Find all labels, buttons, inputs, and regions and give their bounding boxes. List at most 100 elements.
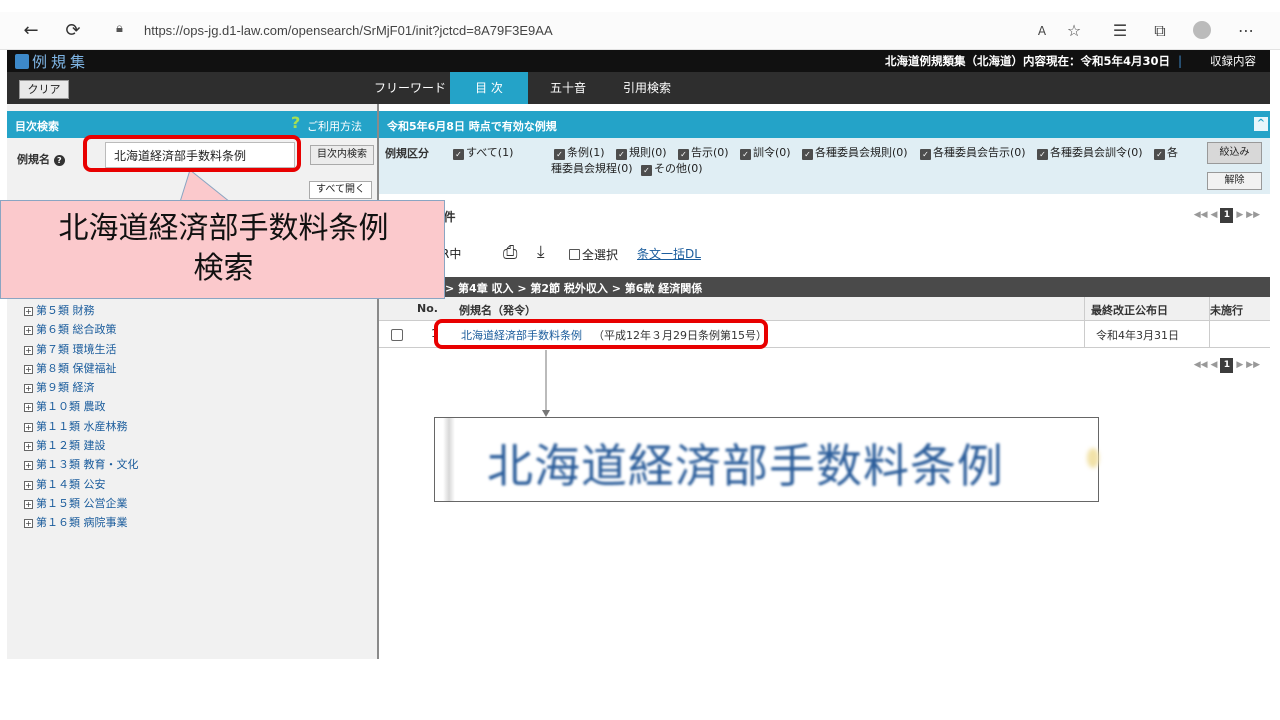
favorite-star-icon[interactable]: ☆ bbox=[1062, 18, 1086, 44]
row-checkbox[interactable] bbox=[391, 329, 403, 341]
filter-option-committee-notice[interactable]: ✓ 各種委員会告示(0) bbox=[920, 144, 1026, 160]
tree-item[interactable]: + 第１６類 病院事業 bbox=[24, 514, 139, 533]
breadcrumb-bar: > 第4章 収入 > 第2節 税外収入 > 第6款 経済関係 bbox=[379, 277, 1270, 297]
checkbox-checked-icon[interactable]: ✓ bbox=[1037, 149, 1048, 160]
checkbox-checked-icon[interactable]: ✓ bbox=[740, 149, 751, 160]
expand-plus-icon[interactable]: + bbox=[24, 345, 33, 355]
first-page-icon[interactable]: ◀◀ bbox=[1194, 210, 1208, 220]
expand-plus-icon[interactable]: + bbox=[24, 422, 33, 432]
read-aloud-icon[interactable]: A bbox=[1030, 18, 1054, 44]
collapse-caret-icon[interactable]: ^ bbox=[1254, 117, 1268, 131]
checkbox-checked-icon[interactable]: ✓ bbox=[641, 165, 652, 176]
column-date[interactable]: 最終改正公布日 bbox=[1091, 302, 1168, 318]
tab-toc[interactable]: 目 次 bbox=[450, 72, 528, 104]
checkbox-checked-icon[interactable]: ✓ bbox=[453, 149, 464, 160]
checkbox-checked-icon[interactable]: ✓ bbox=[802, 149, 813, 160]
current-page[interactable]: 1 bbox=[1220, 358, 1234, 373]
toc-search-button[interactable]: 目次内検索 bbox=[310, 145, 374, 165]
help-question-icon[interactable]: ? bbox=[291, 113, 300, 132]
tree-item[interactable]: + 第５類 財務 bbox=[24, 302, 139, 321]
expand-plus-icon[interactable]: + bbox=[24, 307, 33, 316]
tree-item[interactable]: + 第９類 経済 bbox=[24, 379, 139, 398]
checkbox-checked-icon[interactable]: ✓ bbox=[554, 149, 565, 160]
tree-item[interactable]: + 第１１類 水産林務 bbox=[24, 418, 139, 437]
expand-plus-icon[interactable]: + bbox=[24, 326, 33, 336]
breadcrumb[interactable]: > 第4章 収入 > 第2節 税外収入 > 第6款 経済関係 bbox=[445, 280, 702, 296]
filter-option-directive[interactable]: ✓ 訓令(0) bbox=[740, 144, 791, 160]
contents-link[interactable]: 収録内容 bbox=[1210, 53, 1256, 69]
column-name[interactable]: 例規名（発令） bbox=[459, 302, 536, 318]
tree-item-label: 第１１類 水産林務 bbox=[36, 419, 128, 433]
tree-item[interactable]: + 第１４類 公安 bbox=[24, 476, 139, 495]
tree-item[interactable]: + 第８類 保健福祉 bbox=[24, 360, 139, 379]
tree-item[interactable]: + 第６類 総合政策 bbox=[24, 321, 139, 340]
last-page-icon[interactable]: ▶▶ bbox=[1246, 360, 1260, 370]
download-icon[interactable]: ⤓ bbox=[537, 242, 545, 262]
tree-item[interactable]: + 第７類 環境生活 bbox=[24, 341, 139, 360]
narrow-button[interactable]: 絞込み bbox=[1207, 142, 1262, 164]
clear-button[interactable]: クリア bbox=[19, 80, 69, 99]
tab-free-word[interactable]: フリーワード bbox=[371, 72, 449, 104]
filter-option-committee-rule[interactable]: ✓ 各種委員会規則(0) bbox=[802, 144, 908, 160]
last-page-icon[interactable]: ▶▶ bbox=[1246, 210, 1260, 220]
more-menu-icon[interactable]: ⋯ bbox=[1234, 18, 1258, 44]
address-bar[interactable]: 🔒︎ https://ops-jg.d1-law.com/opensearch/… bbox=[102, 17, 1102, 45]
checkbox-checked-icon[interactable]: ✓ bbox=[678, 149, 689, 160]
profile-avatar-icon[interactable] bbox=[1190, 18, 1214, 44]
tree-item[interactable]: + 第１５類 公営企業 bbox=[24, 495, 139, 514]
filter-option-label: 各 bbox=[1167, 146, 1178, 159]
toc-search-header: 目次検索 ? ご利用方法 bbox=[7, 111, 377, 138]
checkbox-empty-icon[interactable] bbox=[569, 249, 580, 260]
expand-plus-icon[interactable]: + bbox=[24, 403, 33, 413]
filter-option-rule[interactable]: ✓ 規則(0) bbox=[616, 144, 667, 160]
checkbox-checked-icon[interactable]: ✓ bbox=[1154, 149, 1165, 160]
expand-plus-icon[interactable]: + bbox=[24, 461, 33, 471]
filter-option-all[interactable]: ✓ すべて(1) bbox=[453, 144, 513, 160]
prev-page-icon[interactable]: ◀ bbox=[1210, 360, 1217, 370]
bulk-download-link[interactable]: 条文一括DL bbox=[637, 245, 701, 262]
filter-option-committee-directive[interactable]: ✓ 各種委員会訓令(0) bbox=[1037, 144, 1143, 160]
help-link[interactable]: ご利用方法 bbox=[307, 118, 362, 134]
tree-item-label: 第１５類 公営企業 bbox=[36, 496, 128, 510]
tree-item-label: 第８類 保健福祉 bbox=[36, 361, 117, 375]
prev-page-icon[interactable]: ◀ bbox=[1210, 210, 1217, 220]
current-page[interactable]: 1 bbox=[1220, 208, 1234, 223]
release-button[interactable]: 解除 bbox=[1207, 172, 1262, 190]
expand-plus-icon[interactable]: + bbox=[24, 480, 33, 490]
checkbox-checked-icon[interactable]: ✓ bbox=[616, 149, 627, 160]
tree-item[interactable]: + 第１３類 教育・文化 bbox=[24, 456, 139, 475]
tree-item[interactable]: + 第１０類 農政 bbox=[24, 398, 139, 417]
next-page-icon[interactable]: ▶ bbox=[1236, 360, 1243, 370]
tree-item-label: 第５類 財務 bbox=[36, 304, 95, 317]
expand-plus-icon[interactable]: + bbox=[24, 519, 33, 529]
print-icon[interactable]: ⎙ bbox=[503, 242, 517, 263]
filter-option-ordinance[interactable]: ✓ 条例(1) bbox=[554, 144, 605, 160]
back-arrow-icon[interactable]: ← bbox=[18, 18, 44, 44]
expand-plus-icon[interactable]: + bbox=[24, 364, 33, 374]
expand-plus-icon[interactable]: + bbox=[24, 442, 33, 452]
app-logo[interactable]: 例規集 bbox=[15, 51, 89, 72]
favorites-list-icon[interactable]: ☰ bbox=[1108, 18, 1132, 44]
collections-icon[interactable]: ⧉ bbox=[1148, 18, 1172, 44]
filter-option-other[interactable]: ✓ その他(0) bbox=[641, 160, 703, 176]
result-highlight bbox=[434, 319, 768, 349]
first-page-icon[interactable]: ◀◀ bbox=[1194, 360, 1208, 370]
filter-option-committee-regulation[interactable]: ✓ 各 bbox=[1154, 144, 1178, 160]
expand-all-button[interactable]: すべて開く bbox=[309, 181, 372, 199]
tree-item-label: 第１０類 農政 bbox=[36, 400, 106, 414]
info-icon[interactable]: ? bbox=[53, 155, 65, 166]
tab-citation-search[interactable]: 引用検索 bbox=[608, 72, 686, 104]
search-book-icon bbox=[15, 54, 29, 69]
toc-search-title: 目次検索 bbox=[15, 120, 59, 133]
expand-plus-icon[interactable]: + bbox=[24, 384, 33, 394]
tab-syllabary[interactable]: 五十音 bbox=[529, 72, 607, 104]
filter-option-notice[interactable]: ✓ 告示(0) bbox=[678, 144, 729, 160]
reload-icon[interactable]: ⟳ bbox=[60, 18, 86, 44]
pager-bottom: ◀◀ ◀ 1 ▶ ▶▶ bbox=[1194, 358, 1260, 373]
checkbox-checked-icon[interactable]: ✓ bbox=[920, 149, 931, 160]
expand-plus-icon[interactable]: + bbox=[24, 499, 33, 509]
tree-item[interactable]: + 第１２類 建設 bbox=[24, 437, 139, 456]
select-all-checkbox[interactable]: 全選択 bbox=[569, 246, 618, 263]
next-page-icon[interactable]: ▶ bbox=[1236, 210, 1243, 220]
filter-option-label: 条例(1) bbox=[567, 146, 605, 159]
